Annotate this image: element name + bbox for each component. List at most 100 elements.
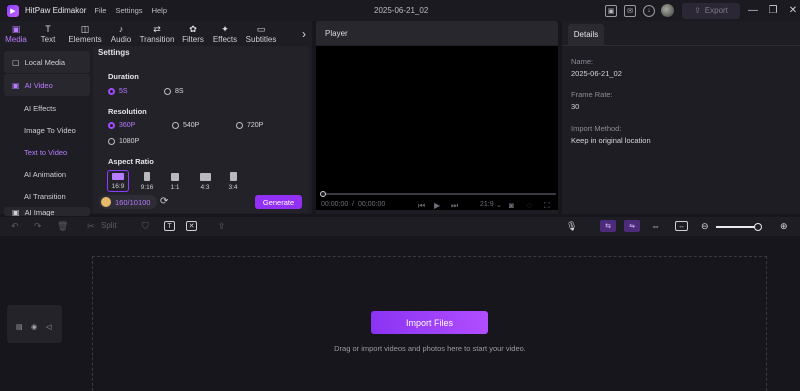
- tab-effects[interactable]: ✦ Effects: [208, 21, 242, 46]
- undo-icon[interactable]: ↶: [11, 221, 19, 231]
- ratio-9-16-option[interactable]: 9:16: [136, 170, 158, 192]
- text-tool-icon[interactable]: T: [164, 221, 175, 231]
- previous-frame-icon[interactable]: ⏮: [418, 201, 425, 211]
- sidebar-item-ai-animation[interactable]: AI Animation: [4, 163, 90, 185]
- zoom-slider-handle[interactable]: [754, 223, 762, 231]
- sidebar-item-ai-image[interactable]: ▣ AI Image: [4, 207, 90, 216]
- play-icon[interactable]: ▶: [434, 201, 440, 210]
- chevron-down-icon[interactable]: ⌄: [496, 201, 502, 209]
- sidebar-item-ai-video[interactable]: ▣ AI Video: [4, 74, 90, 96]
- ratio-shape: [171, 173, 179, 181]
- menu-file[interactable]: File: [94, 6, 106, 15]
- maximize-button[interactable]: ❐: [766, 5, 780, 16]
- playback-scrubber[interactable]: [322, 193, 556, 195]
- preview-screen[interactable]: [316, 46, 558, 210]
- tab-subtitles[interactable]: ▭ Subtitles: [242, 21, 280, 46]
- tab-media[interactable]: ▣ Media: [0, 21, 32, 46]
- zoom-slider[interactable]: [716, 226, 758, 228]
- resolution-540p-radio[interactable]: 540P: [172, 122, 199, 129]
- duration-8s-radio[interactable]: 8S: [164, 88, 184, 95]
- fit-icon[interactable]: ↔: [675, 221, 688, 231]
- shield-icon[interactable]: ⛉: [142, 221, 149, 231]
- sidebar-item-label: AI Video: [24, 80, 53, 90]
- generate-button[interactable]: Generate: [255, 195, 302, 209]
- redo-icon[interactable]: ↷: [34, 221, 42, 231]
- tab-label: Media: [5, 35, 27, 44]
- split-label[interactable]: Split: [101, 221, 117, 231]
- feedback-icon[interactable]: ✉: [624, 4, 636, 17]
- link-toggle-icon[interactable]: ⇆: [600, 220, 616, 232]
- resolution-720p-radio[interactable]: 720P: [236, 122, 263, 129]
- radio-dot: [164, 88, 171, 95]
- tab-text[interactable]: T Text: [32, 21, 64, 46]
- track-header: ▤ ◉ ◁: [7, 305, 62, 343]
- tab-elements[interactable]: ◫ Elements: [64, 21, 106, 46]
- sidebar-item-local-media[interactable]: ▢ Local Media: [4, 51, 90, 73]
- import-method-label: Import Method:: [571, 124, 622, 133]
- tab-details[interactable]: Details: [568, 24, 604, 45]
- delete-icon[interactable]: 🗑: [57, 221, 68, 231]
- split-icon[interactable]: ✂: [87, 221, 95, 231]
- export-icon: ⇪: [694, 6, 701, 15]
- ratio-shape: [229, 172, 237, 181]
- ratio-3-4-option[interactable]: 3:4: [222, 170, 244, 192]
- ratio-label: 16:9: [111, 183, 125, 190]
- ratio-1-1-option[interactable]: 1:1: [164, 170, 186, 192]
- ratio-4-3-option[interactable]: 4:3: [194, 170, 216, 192]
- resolution-1080p-radio[interactable]: 1080P: [108, 138, 139, 145]
- coin-icon: [101, 197, 111, 207]
- aspect-select[interactable]: 21:9: [480, 201, 494, 208]
- microphone-icon[interactable]: 🎙: [566, 221, 577, 231]
- radio-label: 540P: [183, 122, 200, 129]
- text-icon: T: [45, 24, 51, 34]
- tab-transition[interactable]: ⇄ Transition: [136, 21, 178, 46]
- duration-label: Duration: [108, 72, 139, 81]
- fullscreen-icon[interactable]: ⛶: [544, 201, 550, 211]
- resolution-360p-radio[interactable]: 360P: [108, 122, 135, 129]
- ai-image-icon: ▣: [12, 208, 20, 216]
- tab-label: Effects: [212, 35, 238, 44]
- screen-record-icon[interactable]: ▣: [605, 4, 617, 17]
- tab-filters[interactable]: ✿ Filters: [178, 21, 208, 46]
- tab-label: Subtitles: [245, 35, 277, 44]
- volume-icon[interactable]: ◌: [527, 201, 532, 210]
- ratio-16-9-option[interactable]: 16:9: [107, 170, 129, 192]
- sidebar-item-ai-transition[interactable]: AI Transition: [4, 185, 90, 207]
- settings-title: Settings: [98, 48, 130, 57]
- elements-icon: ◫: [80, 24, 90, 34]
- chevron-right-icon[interactable]: ›: [302, 27, 306, 41]
- resolution-label: Resolution: [108, 107, 147, 116]
- details-panel: Details Name: 2025-06-21_02 Frame Rate: …: [562, 21, 800, 214]
- attach-icon[interactable]: ⇔: [651, 221, 660, 231]
- refresh-icon[interactable]: ⟳: [160, 196, 168, 207]
- media-icon: ▣: [11, 24, 21, 34]
- aspect-ratio-label: Aspect Ratio: [108, 157, 154, 166]
- scrubber-handle[interactable]: [320, 191, 326, 197]
- snapshot-icon[interactable]: ◙: [509, 201, 514, 210]
- minimize-button[interactable]: —: [746, 5, 760, 16]
- frame-rate-value: 30: [571, 102, 580, 111]
- zoom-out-icon[interactable]: ⊖: [701, 221, 709, 231]
- settings-panel: Settings Duration 5S 8S Resolution 360P …: [93, 46, 309, 213]
- export-clip-icon[interactable]: ⇪: [218, 221, 226, 231]
- sidebar-item-ai-effects[interactable]: AI Effects: [4, 97, 90, 119]
- next-frame-icon[interactable]: ⏭: [451, 201, 458, 211]
- duration-5s-radio[interactable]: 5S: [108, 88, 128, 95]
- menu-help[interactable]: Help: [152, 6, 167, 15]
- sidebar-item-label: AI Effects: [24, 103, 56, 113]
- user-avatar[interactable]: [661, 4, 674, 17]
- sidebar-item-text-to-video[interactable]: Text to Video: [4, 141, 90, 163]
- export-button[interactable]: ⇪ Export: [682, 2, 740, 19]
- menu-settings[interactable]: Settings: [115, 6, 142, 15]
- tab-audio[interactable]: ♪ Audio: [106, 21, 136, 46]
- eye-icon[interactable]: ◉: [31, 323, 37, 331]
- speaker-icon[interactable]: ◁: [46, 323, 51, 331]
- download-icon[interactable]: ↓: [643, 4, 655, 17]
- remove-tool-icon[interactable]: ✕: [186, 221, 197, 231]
- audio-icon: ♪: [118, 24, 124, 34]
- zoom-in-icon[interactable]: ⊕: [780, 221, 788, 231]
- close-button[interactable]: ✕: [786, 5, 800, 16]
- sidebar-item-image-to-video[interactable]: Image To Video: [4, 119, 90, 141]
- import-files-button[interactable]: Import Files: [371, 311, 488, 334]
- magnet-toggle-icon[interactable]: ⇋: [624, 220, 640, 232]
